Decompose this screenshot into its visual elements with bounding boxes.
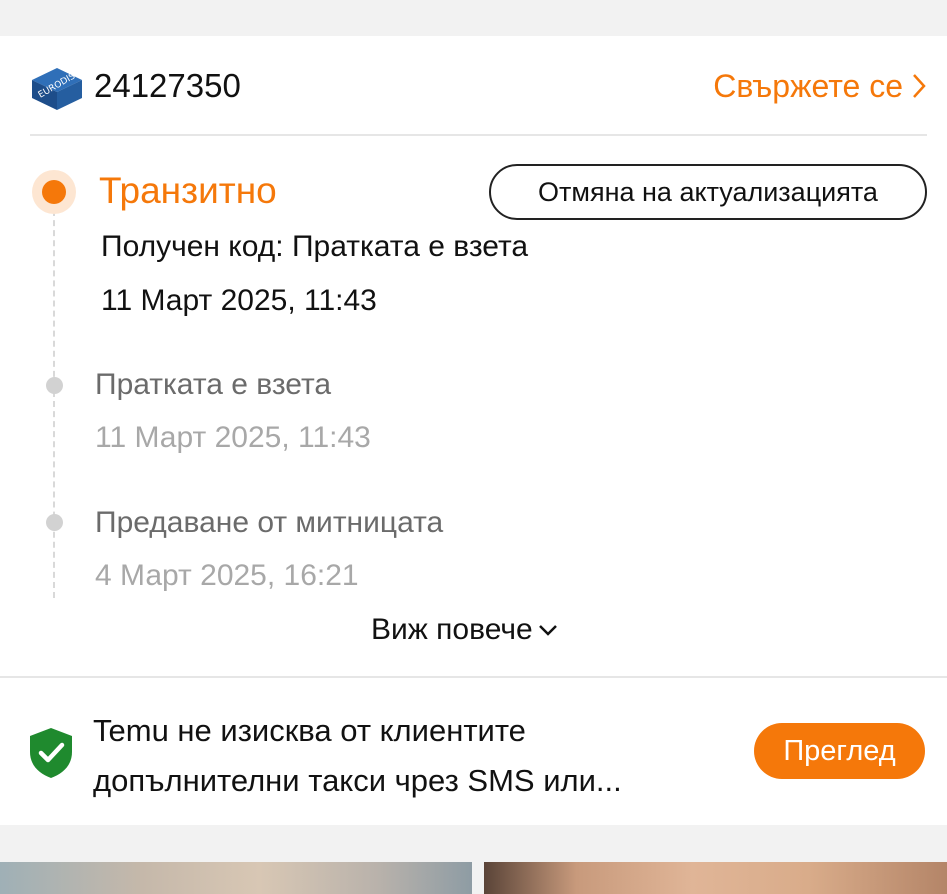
timeline-dot-active: [42, 180, 66, 204]
review-button[interactable]: Преглед: [754, 723, 925, 779]
sms-fee-notice: Temu не изисква от клиентите допълнителн…: [93, 713, 622, 798]
divider: [30, 134, 927, 136]
current-status-time: 11 Март 2025, 11:43: [101, 284, 377, 317]
current-status: Транзитно: [99, 170, 277, 211]
chevron-down-icon: [538, 625, 557, 636]
timeline-dot: [46, 514, 63, 531]
chevron-right-icon: [913, 74, 926, 98]
cancel-update-button[interactable]: Отмяна на актуализацията: [489, 164, 927, 220]
contact-label: Свържете се: [713, 68, 903, 104]
see-more-button[interactable]: Виж повече: [371, 610, 559, 650]
current-status-description: Получен код: Пратката е взета: [101, 230, 529, 263]
event-title: Предаване от митницата: [95, 506, 444, 539]
contact-button[interactable]: Свържете се: [713, 66, 929, 106]
event-time: 4 Март 2025, 16:21: [95, 559, 359, 592]
see-more-label: Виж повече: [371, 613, 533, 646]
divider: [0, 676, 947, 678]
tracking-number: 24127350: [94, 67, 241, 104]
shield-check-icon: [30, 728, 72, 778]
product-image[interactable]: [484, 862, 947, 894]
product-image[interactable]: [0, 862, 472, 894]
event-time: 11 Март 2025, 11:43: [95, 421, 371, 454]
timeline-dot: [46, 377, 63, 394]
timeline-line: [53, 200, 55, 598]
event-title: Пратката е взета: [95, 368, 332, 401]
eurodis-logo-icon: EURODIS: [32, 68, 82, 110]
